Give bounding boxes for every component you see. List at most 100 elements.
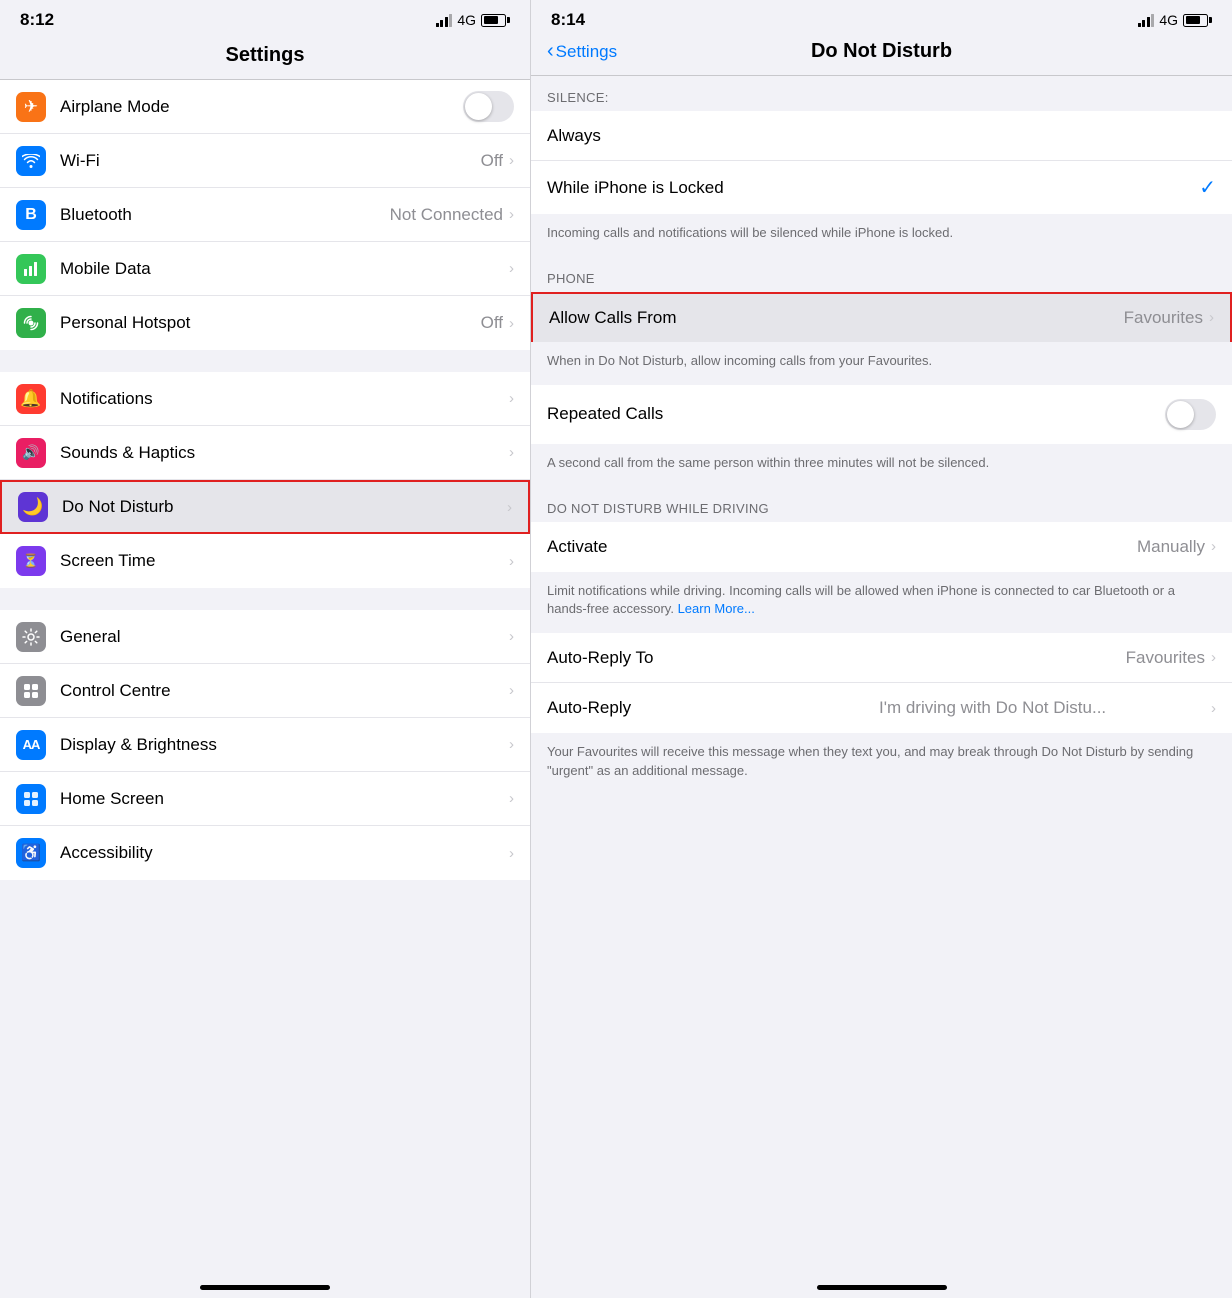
sounds-icon: 🔊 [16,438,46,468]
control-centre-label: Control Centre [60,681,509,701]
auto-reply-to-value: Favourites [1126,648,1205,668]
silence-always-item[interactable]: Always [531,111,1232,161]
hotspot-label: Personal Hotspot [60,313,481,333]
do-not-disturb-label: Do Not Disturb [62,497,507,517]
silence-always-label: Always [547,126,1216,146]
mobile-data-icon [16,254,46,284]
silence-while-locked-item[interactable]: While iPhone is Locked ✓ [531,161,1232,214]
sidebar-item-notifications[interactable]: 🔔 Notifications › [0,372,530,426]
hotspot-chevron: › [509,315,514,332]
autoreply-list: Auto-Reply To Favourites › Auto-Reply I'… [531,633,1232,733]
separator-1 [0,350,530,372]
auto-reply-item[interactable]: Auto-Reply I'm driving with Do Not Distu… [531,683,1232,733]
sidebar-item-display-brightness[interactable]: AA Display & Brightness › [0,718,530,772]
settings-section-2: 🔔 Notifications › 🔊 Sounds & Haptics › 🌙… [0,372,530,588]
hotspot-value: Off [481,313,503,333]
right-content-scroll[interactable]: SILENCE: Always While iPhone is Locked ✓… [531,76,1232,1275]
general-label: General [60,627,509,647]
sidebar-item-airplane-mode[interactable]: ✈ Airplane Mode [0,80,530,134]
sounds-label: Sounds & Haptics [60,443,509,463]
phone-info-text: When in Do Not Disturb, allow incoming c… [531,342,1232,385]
sidebar-item-home-screen[interactable]: Home Screen › [0,772,530,826]
accessibility-label: Accessibility [60,843,509,863]
notifications-icon: 🔔 [16,384,46,414]
allow-calls-from-value: Favourites [1124,308,1203,328]
left-status-bar: 8:12 4G [0,0,530,36]
activate-label: Activate [547,537,1137,557]
repeated-calls-info-text: A second call from the same person withi… [531,444,1232,487]
auto-reply-chevron: › [1211,700,1216,717]
accessibility-icon: ♿ [16,838,46,868]
left-network-label: 4G [457,12,476,28]
sidebar-item-sounds-haptics[interactable]: 🔊 Sounds & Haptics › [0,426,530,480]
airplane-toggle-switch[interactable] [463,91,514,122]
learn-more-link[interactable]: Learn More... [678,601,755,616]
activate-value: Manually [1137,537,1205,557]
left-panel: 8:12 4G Settings ✈ Airplane Mode [0,0,530,1298]
wifi-chevron: › [509,152,514,169]
driving-list: Activate Manually › [531,522,1232,572]
repeated-calls-toggle[interactable] [1165,399,1216,430]
back-button[interactable]: ‹ Settings [547,40,617,63]
repeated-calls-list: Repeated Calls [531,385,1232,444]
airplane-mode-icon: ✈ [16,92,46,122]
sidebar-item-screen-time[interactable]: ⏳ Screen Time › [0,534,530,588]
sidebar-item-accessibility[interactable]: ♿ Accessibility › [0,826,530,880]
do-not-disturb-icon: 🌙 [18,492,48,522]
repeated-calls-item[interactable]: Repeated Calls [531,385,1232,444]
allow-calls-from-label: Allow Calls From [549,308,1124,328]
auto-reply-to-chevron: › [1211,649,1216,666]
airplane-mode-label: Airplane Mode [60,97,463,117]
screen-time-icon: ⏳ [16,546,46,576]
back-label: Settings [556,42,617,62]
sidebar-item-personal-hotspot[interactable]: Personal Hotspot Off › [0,296,530,350]
mobile-data-chevron: › [509,260,514,277]
do-not-disturb-chevron: › [507,499,512,516]
auto-reply-value: I'm driving with Do Not Distu... [879,698,1205,718]
bluetooth-chevron: › [509,206,514,223]
auto-reply-label: Auto-Reply [547,698,873,718]
settings-section-1: ✈ Airplane Mode Wi-Fi Off › [0,80,530,350]
right-page-title: Do Not Disturb [811,40,952,63]
allow-calls-from-item[interactable]: Allow Calls From Favourites › [531,292,1232,342]
auto-reply-to-item[interactable]: Auto-Reply To Favourites › [531,633,1232,683]
sounds-chevron: › [509,444,514,461]
phone-section-label: PHONE [531,257,1232,292]
bottom-padding [531,795,1232,815]
home-screen-icon [16,784,46,814]
left-signal-icon [436,14,453,27]
sidebar-item-do-not-disturb[interactable]: 🌙 Do Not Disturb › [0,480,530,534]
sidebar-item-bluetooth[interactable]: B Bluetooth Not Connected › [0,188,530,242]
left-bottom-spacer [0,880,530,1275]
sidebar-item-control-centre[interactable]: Control Centre › [0,664,530,718]
silence-info-text: Incoming calls and notifications will be… [531,214,1232,257]
sidebar-item-general[interactable]: General › [0,610,530,664]
left-status-icons: 4G [436,12,510,28]
settings-title: Settings [0,36,530,80]
sidebar-item-mobile-data[interactable]: Mobile Data › [0,242,530,296]
activate-item[interactable]: Activate Manually › [531,522,1232,572]
back-chevron-icon: ‹ [547,40,554,63]
repeated-calls-label: Repeated Calls [547,404,1165,424]
airplane-mode-toggle[interactable] [463,91,514,122]
home-screen-chevron: › [509,790,514,807]
left-home-indicator [200,1285,330,1290]
left-battery-icon [481,14,510,27]
general-icon [16,622,46,652]
display-chevron: › [509,736,514,753]
right-nav-bar: ‹ Settings Do Not Disturb [531,36,1232,76]
sidebar-item-wifi[interactable]: Wi-Fi Off › [0,134,530,188]
driving-info-main: Limit notifications while driving. Incom… [547,583,1175,617]
display-icon: AA [16,730,46,760]
notifications-label: Notifications [60,389,509,409]
bluetooth-label: Bluetooth [60,205,390,225]
wifi-label: Wi-Fi [60,151,481,171]
screen-time-chevron: › [509,553,514,570]
silence-list: Always While iPhone is Locked ✓ [531,111,1232,214]
display-label: Display & Brightness [60,735,509,755]
mobile-data-label: Mobile Data [60,259,509,279]
notifications-chevron: › [509,390,514,407]
silence-while-locked-label: While iPhone is Locked [547,178,1199,198]
phone-list: Allow Calls From Favourites › [531,292,1232,342]
right-network-label: 4G [1159,12,1178,28]
